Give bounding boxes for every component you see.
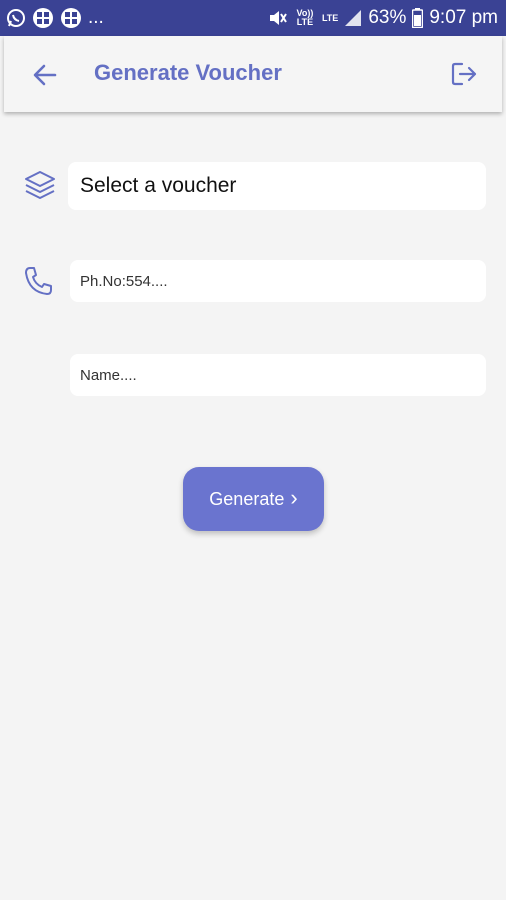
whatsapp-icon — [6, 8, 26, 28]
voucher-select[interactable]: Select a voucher — [68, 162, 486, 210]
clock: 9:07 pm — [429, 7, 498, 28]
notification-overflow: ... — [88, 7, 104, 28]
battery-icon — [412, 8, 424, 28]
generate-button-label: Generate — [209, 488, 285, 509]
status-bar-left: ... — [6, 7, 104, 29]
phone-field[interactable] — [70, 260, 486, 302]
phone-input[interactable] — [78, 271, 486, 291]
generate-button[interactable]: Generate › — [183, 467, 324, 531]
mute-icon — [268, 8, 288, 28]
back-arrow-icon — [33, 64, 57, 86]
page-title: Generate Voucher — [94, 60, 282, 85]
logout-button[interactable] — [448, 58, 480, 90]
chevron-right-icon: › — [290, 484, 298, 510]
phone-icon — [22, 264, 56, 298]
gallery-icon-2 — [60, 7, 82, 29]
name-input[interactable] — [78, 365, 486, 385]
signal-icon — [344, 9, 362, 27]
lte-indicator: LTE — [321, 12, 339, 23]
name-field[interactable] — [70, 354, 486, 396]
status-bar: ... Vo)) LTE LTE 63% 9:07 pm — [0, 0, 506, 36]
battery-percent: 63% — [368, 7, 407, 28]
layers-icon — [22, 168, 58, 202]
logout-icon — [451, 62, 477, 86]
app-bar: Generate Voucher — [4, 36, 502, 112]
volte-indicator: Vo)) LTE — [296, 8, 314, 27]
voucher-select-label: Select a voucher — [80, 174, 237, 197]
back-button[interactable] — [30, 60, 60, 90]
gallery-icon — [32, 7, 54, 29]
status-bar-right: Vo)) LTE LTE 63% 9:07 pm — [268, 7, 498, 29]
